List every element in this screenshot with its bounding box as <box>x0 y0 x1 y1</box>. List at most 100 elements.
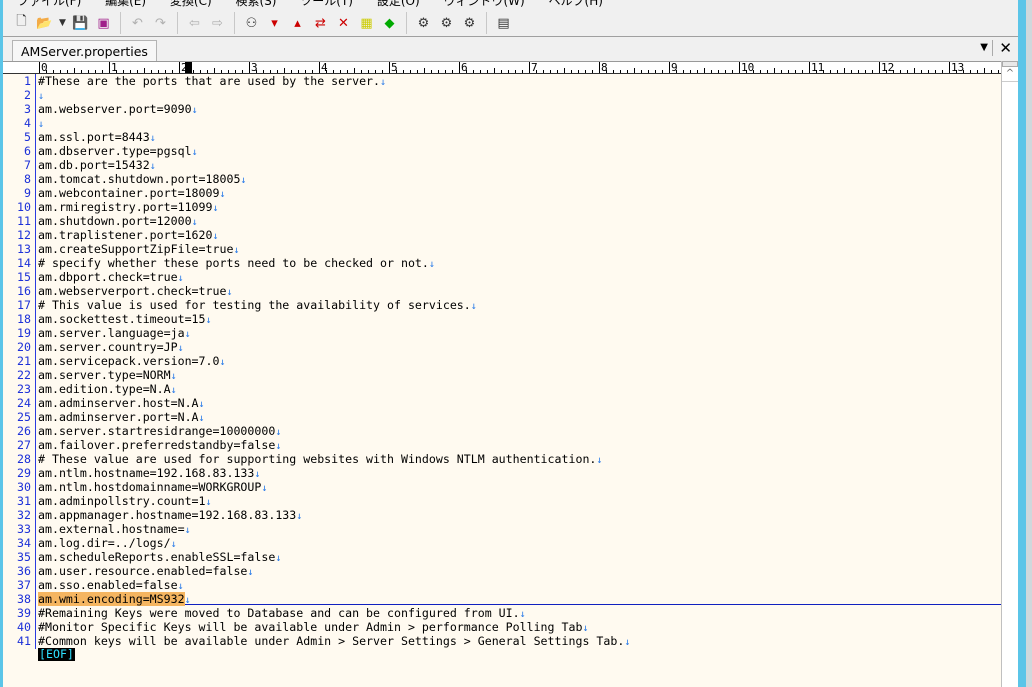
code-line[interactable]: am.sockettest.timeout=15↓ <box>38 312 212 326</box>
undo-icon[interactable]: ↶ <box>128 13 148 33</box>
save-icon[interactable]: 💾 <box>71 13 91 33</box>
ruler-tick <box>935 70 936 73</box>
search-icon[interactable]: ⚇ <box>242 13 262 33</box>
code-line[interactable]: am.sso.enabled=false↓ <box>38 578 184 592</box>
ruler-tick <box>956 70 957 73</box>
line-text: am.sockettest.timeout=15 <box>38 312 206 326</box>
common-settings-icon[interactable]: ⚙ <box>414 13 434 33</box>
line-number: 32 <box>17 508 31 522</box>
outline-icon[interactable]: ▤ <box>494 13 514 33</box>
code-line[interactable]: am.user.resource.enabled=false↓ <box>38 564 253 578</box>
newline-mark-icon: ↓ <box>247 567 254 578</box>
code-line[interactable]: am.external.hostname=↓ <box>38 522 191 536</box>
ruler-tick <box>851 70 852 73</box>
code-line[interactable]: # specify whether these ports need to be… <box>38 256 435 270</box>
vertical-scrollbar[interactable]: ^ <box>1001 61 1018 687</box>
type-list-icon[interactable]: ⚙ <box>460 13 480 33</box>
code-line[interactable]: #These are the ports that are used by th… <box>38 74 386 88</box>
code-line[interactable]: am.createSupportZipFile=true↓ <box>38 242 239 256</box>
menu-file[interactable]: ファイル(F) <box>17 0 81 8</box>
code-line[interactable]: #Common keys will be available under Adm… <box>38 634 630 648</box>
ruler-tick <box>305 70 306 73</box>
code-line[interactable]: #Monitor Specific Keys will be available… <box>38 620 588 634</box>
redo-icon[interactable]: ↷ <box>151 13 171 33</box>
newline-mark-icon: ↓ <box>38 119 45 130</box>
code-line[interactable]: am.adminpollstry.count=1↓ <box>38 494 212 508</box>
code-line[interactable]: am.log.dir=../logs/↓ <box>38 536 177 550</box>
ruler-tick <box>984 68 985 73</box>
menu-window[interactable]: ウィンドウ(W) <box>443 0 524 8</box>
ruler-tick <box>816 70 817 73</box>
code-line[interactable]: am.ntlm.hostname=192.168.83.133↓ <box>38 466 260 480</box>
newline-mark-icon: ↓ <box>275 441 282 452</box>
type-settings-icon[interactable]: ⚙ <box>437 13 457 33</box>
code-line[interactable]: am.webcontainer.port=18009↓ <box>38 186 226 200</box>
code-line[interactable]: am.server.type=NORM↓ <box>38 368 177 382</box>
tab-amserver-properties[interactable]: AMServer.properties <box>12 40 157 62</box>
line-text: am.wmi.encoding=MS932 <box>38 592 185 606</box>
code-line[interactable]: am.ntlm.hostdomainname=WORKGROUP↓ <box>38 480 267 494</box>
ruler-tick <box>333 70 334 73</box>
menu-search[interactable]: 検索(S) <box>235 0 276 8</box>
search-down-icon[interactable]: ▾ <box>265 13 285 33</box>
code-line[interactable]: am.tomcat.shutdown.port=18005↓ <box>38 172 246 186</box>
open-folder-icon[interactable]: 📂 <box>35 13 55 33</box>
menu-tools[interactable]: ツール(T) <box>300 0 353 8</box>
line-text: am.scheduleReports.enableSSL=false <box>38 550 276 564</box>
menu-edit[interactable]: 編集(E) <box>105 0 146 8</box>
newline-mark-icon: ↓ <box>519 609 526 620</box>
newline-mark-icon: ↓ <box>184 329 191 340</box>
clear-search-icon[interactable]: ✕ <box>334 13 354 33</box>
menu-settings[interactable]: 設定(O) <box>377 0 420 8</box>
newline-mark-icon: ↓ <box>205 315 212 326</box>
ruler-tick <box>900 70 901 73</box>
open-dropdown-icon[interactable]: ▼ <box>58 13 68 33</box>
line-text: am.log.dir=../logs/ <box>38 536 171 550</box>
code-line[interactable]: am.server.startresidrange=10000000↓ <box>38 424 281 438</box>
code-line[interactable]: am.traplistener.port=1620↓ <box>38 228 219 242</box>
menu-bar: ファイル(F) 編集(E) 変換(C) 検索(S) ツール(T) 設定(O) ウ… <box>3 0 609 8</box>
code-line[interactable]: am.adminserver.host=N.A↓ <box>38 396 205 410</box>
code-line[interactable]: am.wmi.encoding=MS932↓ <box>38 592 191 606</box>
ruler-tick <box>788 70 789 73</box>
replace-icon[interactable]: ⇄ <box>311 13 331 33</box>
code-line[interactable]: am.appmanager.hostname=192.168.83.133↓ <box>38 508 302 522</box>
back-icon[interactable]: ⇦ <box>185 13 205 33</box>
scroll-thumb[interactable] <box>1002 61 1018 67</box>
code-line[interactable]: am.webserver.port=9090↓ <box>38 102 198 116</box>
code-line[interactable]: am.db.port=15432↓ <box>38 158 156 172</box>
close-tab-icon[interactable]: ✕ <box>999 39 1012 57</box>
code-line[interactable]: am.servicepack.version=7.0↓ <box>38 354 226 368</box>
save-all-icon[interactable]: ▣ <box>94 13 114 33</box>
code-line[interactable]: am.edition.type=N.A↓ <box>38 382 177 396</box>
code-line[interactable]: # This value is used for testing the ava… <box>38 298 477 312</box>
code-line[interactable]: am.ssl.port=8443↓ <box>38 130 156 144</box>
code-line[interactable]: am.webserverport.check=true↓ <box>38 284 233 298</box>
newline-mark-icon: ↓ <box>191 147 198 158</box>
code-line[interactable]: ↓ <box>38 88 44 102</box>
code-line[interactable]: am.dbport.check=true↓ <box>38 270 184 284</box>
code-line[interactable]: ↓ <box>38 116 44 130</box>
line-number: 20 <box>17 340 31 354</box>
code-line[interactable]: am.server.country=JP↓ <box>38 340 184 354</box>
text-editor[interactable]: 1 2 3 4 5 6 7 8 9 10 11 12 13 14 15 16 17 18 19 20 21 22 23 24 2… <box>3 74 1001 687</box>
code-line[interactable]: am.adminserver.port=N.A↓ <box>38 410 205 424</box>
scroll-up-icon[interactable]: ^ <box>1002 68 1018 82</box>
code-line[interactable]: am.scheduleReports.enableSSL=false↓ <box>38 550 281 564</box>
menu-help[interactable]: ヘルプ(H) <box>549 0 603 8</box>
forward-icon[interactable]: ⇨ <box>208 13 228 33</box>
code-line[interactable]: am.server.language=ja↓ <box>38 326 191 340</box>
tab-list-dropdown-icon[interactable]: ▼ <box>980 42 988 53</box>
grep-icon[interactable]: ▦ <box>357 13 377 33</box>
new-file-icon[interactable]: 🗋 <box>12 13 32 33</box>
jump-icon[interactable]: ◆ <box>380 13 400 33</box>
code-line[interactable]: am.shutdown.port=12000↓ <box>38 214 198 228</box>
menu-convert[interactable]: 変換(C) <box>170 0 212 8</box>
code-line[interactable]: #Remaining Keys were moved to Database a… <box>38 606 526 620</box>
code-line[interactable]: am.dbserver.type=pgsql↓ <box>38 144 198 158</box>
code-line[interactable]: am.rmiregistry.port=11099↓ <box>38 200 219 214</box>
search-up-icon[interactable]: ▴ <box>288 13 308 33</box>
ruler-tick <box>424 68 425 73</box>
code-line[interactable]: # These value are used for supporting we… <box>38 452 602 466</box>
code-line[interactable]: am.failover.preferredstandby=false↓ <box>38 438 281 452</box>
